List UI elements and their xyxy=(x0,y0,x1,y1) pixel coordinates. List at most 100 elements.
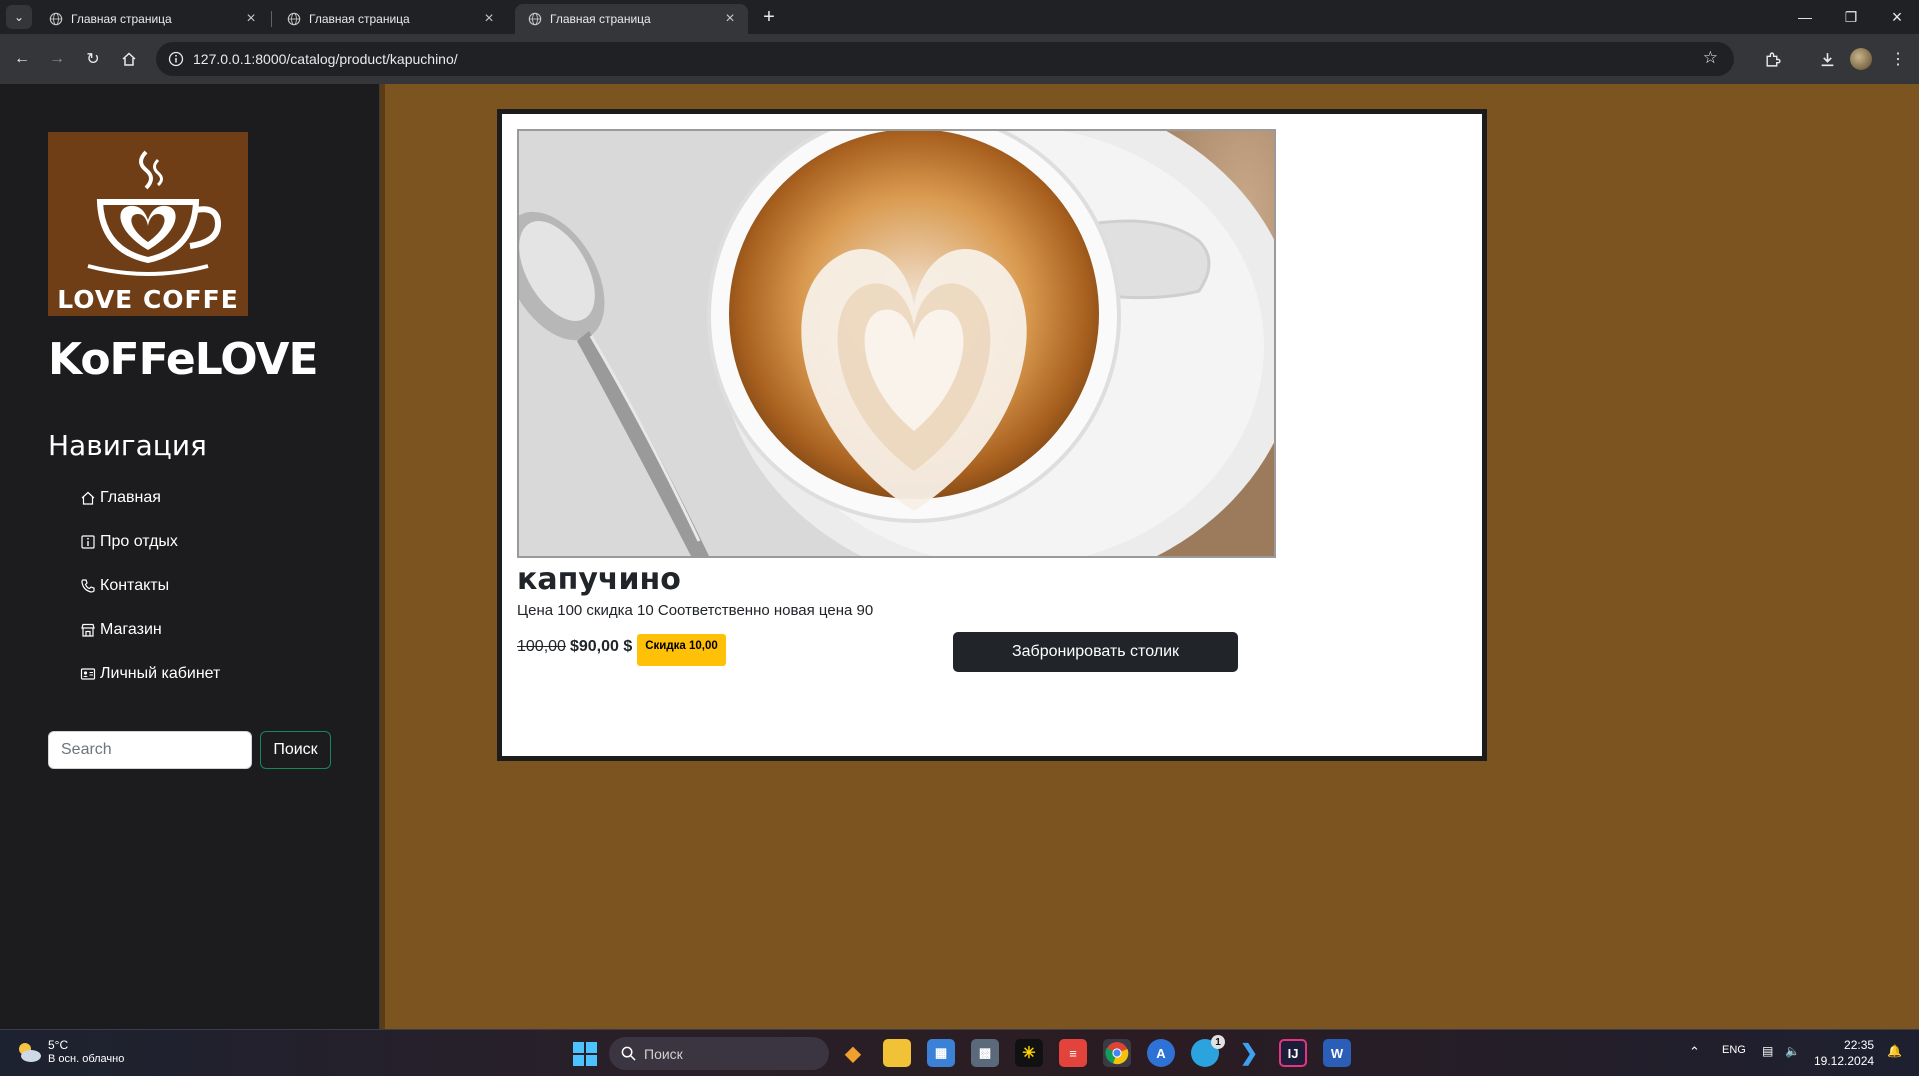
nav-item-about[interactable]: Про отдых xyxy=(80,520,220,564)
nav-item-label: Контакты xyxy=(100,577,170,594)
intellij-icon[interactable]: IJ xyxy=(1279,1039,1307,1067)
tab-title: Главная страница xyxy=(71,12,172,26)
close-window-button[interactable]: × xyxy=(1874,0,1919,34)
shop-icon xyxy=(81,623,95,637)
price-row: 100,00 $90,00 $ Скидка 10,00 xyxy=(517,634,726,666)
info-icon xyxy=(81,535,95,549)
nav-heading: Навигация xyxy=(48,429,207,462)
tab-strip: ⌄ Главная страница × Главная страница × … xyxy=(0,0,1919,34)
taskbar-search[interactable]: Поиск xyxy=(609,1037,829,1070)
forward-icon[interactable]: → xyxy=(42,44,72,74)
product-title: капучино xyxy=(517,562,681,597)
logo[interactable]: LOVE COFFE xyxy=(48,132,248,316)
tab-separator xyxy=(271,11,272,27)
discount-badge: Скидка 10,00 xyxy=(637,634,726,666)
menu-kebab-icon[interactable]: ⋮ xyxy=(1883,44,1913,74)
logo-text: LOVE COFFE xyxy=(57,285,239,314)
clock-date: 19.12.2024 xyxy=(1814,1054,1875,1068)
search-icon xyxy=(621,1046,636,1061)
telegram-icon[interactable]: 1 xyxy=(1191,1035,1225,1067)
tray-chevron-icon[interactable]: ⌃ xyxy=(1689,1044,1700,1060)
coffee-cup-logo-icon xyxy=(87,150,222,276)
sidebar-divider xyxy=(380,84,385,1029)
new-price: $90,00 $ xyxy=(569,638,633,655)
back-icon[interactable]: ← xyxy=(7,44,37,74)
file-explorer-icon[interactable] xyxy=(883,1039,911,1067)
download-icon[interactable] xyxy=(1812,44,1842,74)
restore-button[interactable]: ❐ xyxy=(1828,0,1874,34)
product-card: капучино Цена 100 скидка 10 Соответствен… xyxy=(497,109,1487,761)
profile-avatar[interactable] xyxy=(1850,48,1872,70)
nav-item-shop[interactable]: Магазин xyxy=(80,608,220,652)
telegram-badge: 1 xyxy=(1211,1035,1225,1049)
minimize-button[interactable]: — xyxy=(1782,0,1828,34)
globe-icon xyxy=(49,12,63,26)
git-app-icon[interactable]: ◆ xyxy=(839,1039,867,1067)
language-indicator[interactable]: ENG xyxy=(1722,1044,1746,1056)
extensions-icon[interactable] xyxy=(1757,44,1787,74)
partly-cloudy-icon xyxy=(19,1043,41,1062)
vscode-icon[interactable]: ❯ xyxy=(1235,1039,1263,1067)
network-icon[interactable]: ▤ xyxy=(1762,1044,1773,1058)
weather-widget[interactable]: 5°C В осн. облачно xyxy=(16,1038,124,1066)
nav-item-label: Магазин xyxy=(100,621,162,638)
home-icon[interactable] xyxy=(114,44,144,74)
close-tab-icon[interactable]: × xyxy=(479,10,499,28)
clock[interactable]: 22:35 19.12.2024 xyxy=(1814,1037,1874,1069)
page-viewport: LOVE COFFE KoFFeLOVE Навигация Главная П… xyxy=(0,84,1919,1029)
product-image xyxy=(517,129,1276,558)
nav-item-home[interactable]: Главная xyxy=(80,476,220,520)
chrome-icon[interactable] xyxy=(1103,1039,1131,1067)
site-info-icon[interactable] xyxy=(164,47,188,71)
store-icon[interactable]: ▦ xyxy=(927,1039,955,1067)
search-form: Поиск xyxy=(48,731,331,769)
brand-title[interactable]: KoFFeLOVE xyxy=(48,334,319,385)
browser-toolbar: ← → ↻ 127.0.0.1:8000/catalog/product/kap… xyxy=(0,34,1919,84)
tab-title: Главная страница xyxy=(550,12,651,26)
windows-start-icon[interactable] xyxy=(573,1042,597,1066)
weather-desc: В осн. облачно xyxy=(48,1053,125,1065)
phone-icon xyxy=(81,579,95,593)
person-card-icon xyxy=(80,668,96,680)
nav-item-label: Про отдых xyxy=(100,533,178,550)
nav-item-label: Главная xyxy=(100,489,161,506)
sun-app-icon[interactable]: ✳ xyxy=(1015,1039,1043,1067)
cappuccino-photo xyxy=(519,131,1274,556)
browser-tab-active[interactable]: Главная страница × xyxy=(515,4,748,34)
globe-icon xyxy=(287,12,301,26)
url-text[interactable]: 127.0.0.1:8000/catalog/product/kapuchino… xyxy=(193,51,458,67)
word-icon[interactable]: W xyxy=(1323,1039,1351,1067)
notification-bell-icon[interactable]: 🔔 xyxy=(1887,1044,1902,1058)
home-glyph xyxy=(122,52,136,66)
nav-item-contacts[interactable]: Контакты xyxy=(80,564,220,608)
translate-app-icon[interactable]: A xyxy=(1147,1039,1175,1067)
calculator-icon[interactable]: ▩ xyxy=(971,1039,999,1067)
product-description: Цена 100 скидка 10 Соответственно новая … xyxy=(517,602,874,619)
book-table-button[interactable]: Забронировать столик xyxy=(953,632,1238,672)
old-price: 100,00 xyxy=(517,638,566,655)
browser-tab[interactable]: Главная страница × xyxy=(274,4,507,34)
volume-icon[interactable]: 🔈 xyxy=(1785,1044,1800,1058)
search-input[interactable] xyxy=(48,731,252,769)
bookmark-star-icon[interactable]: ☆ xyxy=(1703,48,1718,68)
taskbar-search-label: Поиск xyxy=(644,1045,683,1062)
search-button[interactable]: Поиск xyxy=(260,731,331,769)
tab-title: Главная страница xyxy=(309,12,410,26)
clock-time: 22:35 xyxy=(1844,1038,1875,1052)
address-bar[interactable]: 127.0.0.1:8000/catalog/product/kapuchino… xyxy=(156,42,1734,76)
todo-app-icon[interactable]: ≡ xyxy=(1059,1039,1087,1067)
taskbar: 5°C В осн. облачно Поиск ◆ ▦ ▩ ✳ ≡ A 1 ❯… xyxy=(0,1029,1919,1076)
browser-tab[interactable]: Главная страница × xyxy=(36,4,269,34)
globe-icon xyxy=(528,12,542,26)
reload-icon[interactable]: ↻ xyxy=(78,44,108,74)
nav-item-label: Личный кабинет xyxy=(100,665,221,682)
new-tab-button[interactable]: + xyxy=(757,5,781,29)
nav-list: Главная Про отдых Контакты Магазин Личны… xyxy=(80,476,220,696)
tab-search-button[interactable]: ⌄ xyxy=(6,5,32,29)
close-tab-icon[interactable]: × xyxy=(241,10,261,28)
sidebar: LOVE COFFE KoFFeLOVE Навигация Главная П… xyxy=(0,84,380,1029)
close-tab-icon[interactable]: × xyxy=(720,10,740,28)
home-icon xyxy=(81,491,95,505)
nav-item-account[interactable]: Личный кабинет xyxy=(80,652,220,696)
weather-temp: 5°C xyxy=(48,1038,69,1052)
